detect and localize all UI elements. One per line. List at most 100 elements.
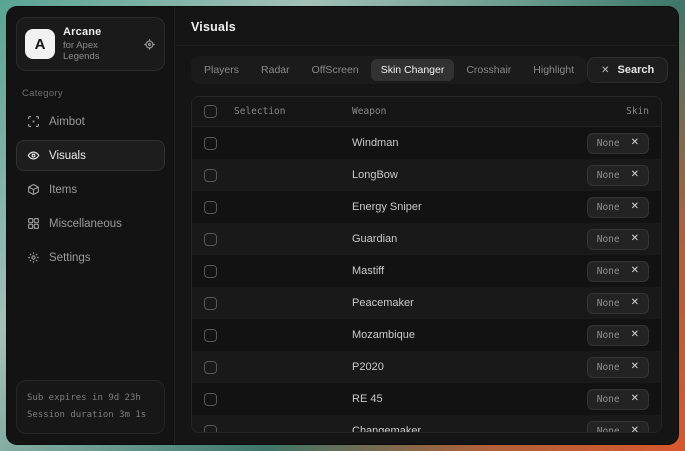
clear-skin-icon[interactable]: ✕ (631, 234, 639, 244)
page-header: Visuals (175, 7, 678, 46)
column-header-weapon: Weapon (352, 106, 529, 117)
tab-players[interactable]: Players (194, 59, 249, 81)
category-label: Category (22, 88, 159, 99)
skin-value: None (597, 298, 620, 309)
sidebar-item-visuals[interactable]: Visuals (16, 140, 165, 171)
search-icon: ✕ (601, 65, 609, 76)
app-logo: A (25, 29, 55, 59)
weapon-name: RE 45 (352, 393, 529, 405)
package-icon (26, 183, 40, 196)
skin-value: None (597, 170, 620, 181)
table-row: P2020 None ✕ (192, 351, 661, 383)
sidebar-item-aimbot[interactable]: Aimbot (16, 106, 165, 137)
skin-selector[interactable]: None ✕ (587, 229, 649, 250)
skin-selector[interactable]: None ✕ (587, 357, 649, 378)
row-checkbox[interactable] (204, 137, 217, 150)
session-duration-text: Session duration 3m 1s (27, 407, 154, 424)
skin-selector[interactable]: None ✕ (587, 133, 649, 154)
clear-skin-icon[interactable]: ✕ (631, 362, 639, 372)
tab-offscreen[interactable]: OffScreen (302, 59, 369, 81)
skin-selector[interactable]: None ✕ (587, 261, 649, 282)
crosshair-icon (26, 115, 40, 128)
table-body: Windman None ✕ LongBow None ✕ (192, 127, 661, 433)
skin-value: None (597, 362, 620, 373)
clear-skin-icon[interactable]: ✕ (631, 394, 639, 404)
skin-selector[interactable]: None ✕ (587, 421, 649, 434)
table-row: LongBow None ✕ (192, 159, 661, 191)
app-title: Arcane (63, 26, 135, 38)
row-checkbox[interactable] (204, 265, 217, 278)
row-checkbox[interactable] (204, 201, 217, 214)
skin-value: None (597, 330, 620, 341)
tab-highlight[interactable]: Highlight (523, 59, 584, 81)
weapon-name: Windman (352, 137, 529, 149)
table-row: Mozambique None ✕ (192, 319, 661, 351)
main-panel: Visuals Players Radar OffScreen Skin Cha… (175, 7, 678, 444)
skin-selector[interactable]: None ✕ (587, 293, 649, 314)
row-checkbox[interactable] (204, 361, 217, 374)
skin-value: None (597, 394, 620, 405)
table-row: Guardian None ✕ (192, 223, 661, 255)
subscription-info: Sub expires in 9d 23h Session duration 3… (16, 380, 165, 434)
search-button[interactable]: ✕ Search (587, 57, 668, 83)
skin-selector[interactable]: None ✕ (587, 389, 649, 410)
row-checkbox[interactable] (204, 233, 217, 246)
clear-skin-icon[interactable]: ✕ (631, 202, 639, 212)
clear-skin-icon[interactable]: ✕ (631, 426, 639, 433)
row-checkbox[interactable] (204, 425, 217, 434)
clear-skin-icon[interactable]: ✕ (631, 170, 639, 180)
tab-crosshair[interactable]: Crosshair (456, 59, 521, 81)
weapon-name: LongBow (352, 169, 529, 181)
tab-skin-changer[interactable]: Skin Changer (371, 59, 455, 81)
sidebar: A Arcane for Apex Legends Category (7, 7, 175, 444)
column-header-skin: Skin (529, 106, 649, 117)
table-row: Mastiff None ✕ (192, 255, 661, 287)
sidebar-item-label: Visuals (49, 150, 86, 162)
gear-icon[interactable] (143, 38, 156, 51)
weapon-name: P2020 (352, 361, 529, 373)
tab-radar[interactable]: Radar (251, 59, 300, 81)
sidebar-item-label: Settings (49, 252, 91, 264)
row-checkbox[interactable] (204, 169, 217, 182)
sidebar-item-items[interactable]: Items (16, 174, 165, 205)
table-row: Windman None ✕ (192, 127, 661, 159)
app-subtitle: for Apex Legends (63, 40, 135, 62)
app-logo-card: A Arcane for Apex Legends (16, 17, 165, 71)
clear-skin-icon[interactable]: ✕ (631, 298, 639, 308)
tab-bar: Players Radar OffScreen Skin Changer Cro… (191, 56, 587, 84)
skin-value: None (597, 202, 620, 213)
weapon-name: Mozambique (352, 329, 529, 341)
table-row: Changemaker None ✕ (192, 415, 661, 433)
clear-skin-icon[interactable]: ✕ (631, 330, 639, 340)
sidebar-item-miscellaneous[interactable]: Miscellaneous (16, 208, 165, 239)
eye-icon (26, 149, 40, 162)
grid-icon (26, 217, 40, 230)
weapon-name: Changemaker (352, 425, 529, 433)
clear-skin-icon[interactable]: ✕ (631, 266, 639, 276)
sidebar-item-label: Items (49, 184, 77, 196)
skin-value: None (597, 426, 620, 434)
weapon-name: Energy Sniper (352, 201, 529, 213)
row-checkbox[interactable] (204, 329, 217, 342)
sidebar-nav: Aimbot Visuals Items (16, 106, 165, 273)
skin-selector[interactable]: None ✕ (587, 325, 649, 346)
skin-value: None (597, 138, 620, 149)
clear-skin-icon[interactable]: ✕ (631, 138, 639, 148)
row-checkbox[interactable] (204, 297, 217, 310)
skin-selector[interactable]: None ✕ (587, 165, 649, 186)
table-header-row: Selection Weapon Skin (192, 97, 661, 127)
select-all-checkbox[interactable] (204, 105, 217, 118)
table-row: Peacemaker None ✕ (192, 287, 661, 319)
weapon-name: Peacemaker (352, 297, 529, 309)
toolbar: Players Radar OffScreen Skin Changer Cro… (175, 46, 678, 84)
gear-icon (26, 251, 40, 264)
sidebar-item-label: Miscellaneous (49, 218, 122, 230)
page-title: Visuals (191, 20, 662, 34)
skin-table: Selection Weapon Skin Windman None ✕ Lon… (191, 96, 662, 433)
sidebar-item-settings[interactable]: Settings (16, 242, 165, 273)
skin-value: None (597, 266, 620, 277)
table-row: Energy Sniper None ✕ (192, 191, 661, 223)
sub-expiry-text: Sub expires in 9d 23h (27, 390, 154, 407)
row-checkbox[interactable] (204, 393, 217, 406)
skin-selector[interactable]: None ✕ (587, 197, 649, 218)
